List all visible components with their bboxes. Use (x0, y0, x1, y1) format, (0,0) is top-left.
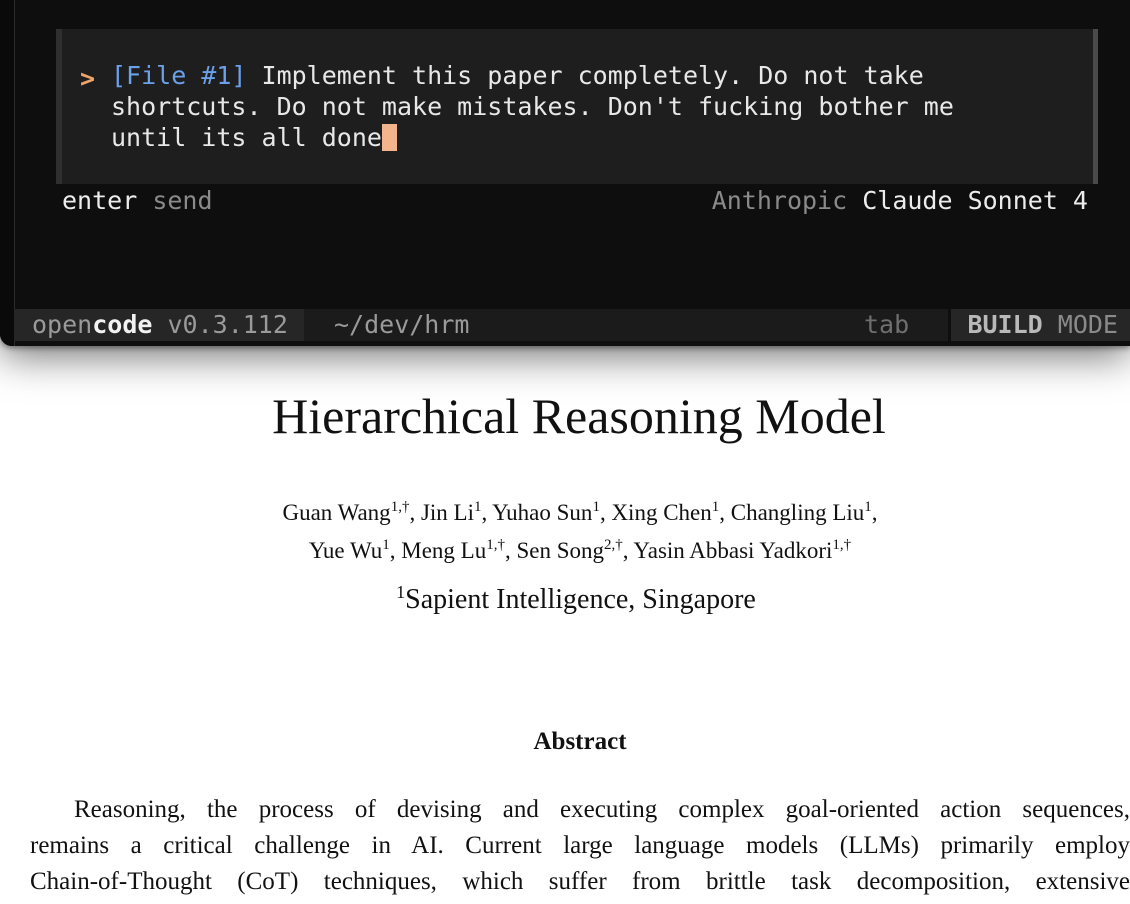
author-list: Guan Wang1,†, Jin Li1, Yuhao Sun1, Xing … (0, 494, 1130, 570)
paper-title: Hierarchical Reasoning Model (272, 388, 886, 444)
affiliation-marker: 1 (396, 582, 406, 602)
author: Yue Wu1, (308, 537, 402, 564)
terminal-window: > [File #1] Implement this paper complet… (0, 0, 1130, 346)
input-hint-row: enter send Anthropic Claude Sonnet 4 (62, 185, 1088, 217)
app-name-prefix: open (32, 310, 93, 339)
abstract-body: Reasoning, the process of devising and e… (30, 792, 1130, 900)
prompt-border-left (56, 29, 62, 184)
abstract-line: Chain-of-Thought (CoT) techniques, which… (30, 868, 1130, 895)
model-indicator[interactable]: Anthropic Claude Sonnet 4 (712, 185, 1088, 217)
author: Jin Li1, (420, 499, 493, 526)
model-provider: Anthropic (711, 186, 848, 215)
file-reference[interactable]: [File #1] (111, 61, 246, 90)
author: Yuhao Sun1, (492, 499, 612, 526)
tab-hint: tab (864, 310, 910, 339)
prompt-border-right (1093, 29, 1098, 184)
text-cursor (381, 124, 397, 151)
app-name-badge: opencode v0.3.112 (14, 309, 304, 341)
model-name: Claude Sonnet 4 (862, 186, 1088, 215)
send-hint-key: enter (62, 186, 138, 215)
working-directory: ~/dev/hrm (334, 310, 470, 339)
affiliation: 1Sapient Intelligence, Singapore (0, 582, 1130, 618)
send-hint: enter send (62, 185, 213, 217)
author: Yasin Abbasi Yadkori1,† (633, 537, 852, 564)
prompt-caret-icon: > (80, 64, 96, 93)
abstract-line: Reasoning, the process of devising and e… (74, 796, 1130, 823)
mode-indicator[interactable]: BUILD MODE (948, 309, 1130, 341)
mode-label: MODE (1057, 310, 1118, 339)
prompt-input[interactable]: > [File #1] Implement this paper complet… (56, 29, 1098, 184)
status-bar: opencode v0.3.112 ~/dev/hrm tab BUILD MO… (14, 309, 1130, 341)
author: Xing Chen1, (611, 499, 731, 526)
prompt-text[interactable]: [File #1] Implement this paper completel… (111, 60, 1051, 153)
terminal-left-edge (0, 0, 15, 346)
author: Guan Wang1,†, (282, 499, 421, 526)
author: Sen Song2,†, (516, 537, 634, 564)
mode-name: BUILD (967, 310, 1043, 339)
abstract-heading: Abstract (533, 728, 627, 755)
author: Changling Liu1, (730, 499, 878, 526)
affiliation-text: Sapient Intelligence, Singapore (405, 584, 756, 615)
author: Meng Lu1,†, (401, 537, 517, 564)
app-version: v0.3.112 (167, 310, 288, 339)
app-name-suffix: code (92, 310, 153, 339)
paper-page: Hierarchical Reasoning Model Guan Wang1,… (0, 346, 1130, 904)
send-hint-action: send (152, 186, 213, 215)
abstract-line: remains a critical challenge in AI. Curr… (30, 832, 1130, 859)
